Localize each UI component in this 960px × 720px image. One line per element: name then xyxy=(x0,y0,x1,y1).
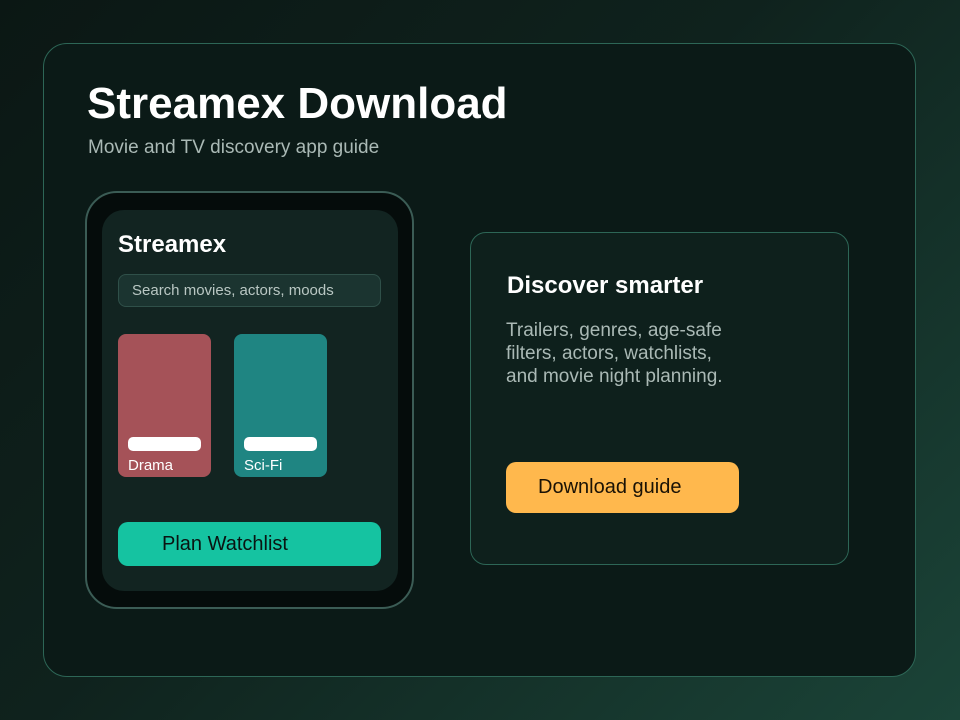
info-description-line: Trailers, genres, age-safe xyxy=(506,320,722,341)
card-title-bar xyxy=(244,437,317,451)
plan-watchlist-button[interactable]: Plan Watchlist xyxy=(118,522,381,566)
genre-card-drama[interactable]: Drama xyxy=(118,334,211,477)
page-title: Streamex Download xyxy=(87,79,508,128)
info-description-line: filters, actors, watchlists, xyxy=(506,343,712,364)
app-title: Streamex xyxy=(118,231,227,258)
genre-card-label: Sci-Fi xyxy=(244,457,283,474)
genre-card-label: Drama xyxy=(128,457,174,474)
info-title: Discover smarter xyxy=(507,272,704,299)
page-subtitle: Movie and TV discovery app guide xyxy=(88,137,380,158)
info-description-line: and movie night planning. xyxy=(506,366,723,387)
download-guide-button[interactable]: Download guide xyxy=(506,462,739,513)
search-input[interactable] xyxy=(118,274,381,307)
info-description: Trailers, genres, age-safe filters, acto… xyxy=(506,319,806,388)
card-title-bar xyxy=(128,437,201,451)
genre-card-sci-fi[interactable]: Sci-Fi xyxy=(234,334,327,477)
